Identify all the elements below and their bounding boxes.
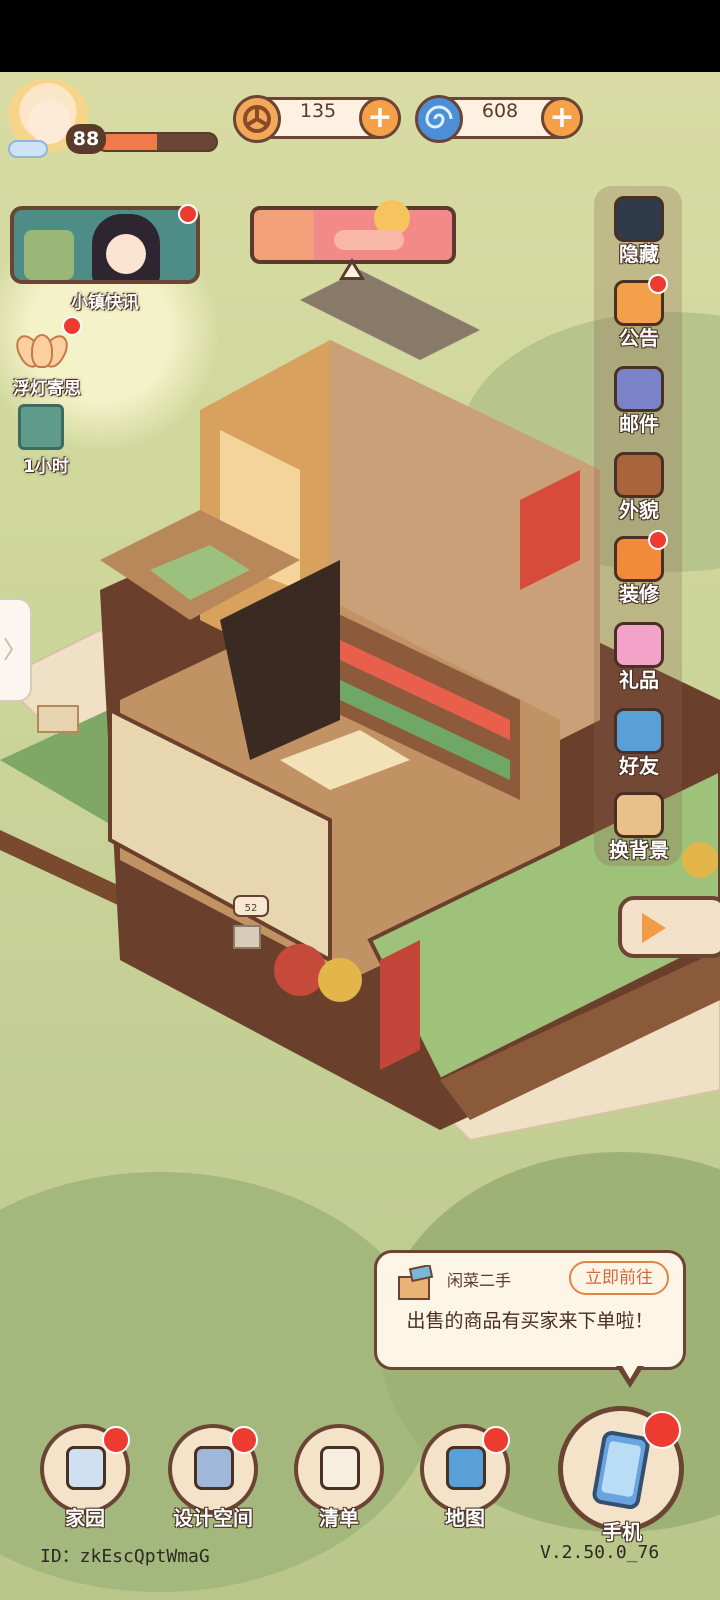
phone-label: 手机 <box>602 1520 642 1544</box>
menu-label: 礼品 <box>619 668 659 692</box>
timer-label: 1小时 <box>23 457 69 477</box>
coin-icon <box>233 95 281 143</box>
town-news-card[interactable] <box>10 206 200 284</box>
menu-item-4[interactable]: 装修 <box>598 530 680 612</box>
flower-bed <box>318 958 362 1002</box>
side-drawer-tab[interactable]: 〉 <box>0 598 32 702</box>
map-pin-icon <box>446 1446 486 1490</box>
background-change-icon <box>614 792 664 838</box>
coin-value: 135 <box>299 100 337 122</box>
menu-label: 装修 <box>619 582 659 606</box>
menu-label: 换背景 <box>609 838 669 862</box>
phone-button[interactable] <box>558 1406 684 1532</box>
gem-counter: 608 + <box>415 95 583 143</box>
checklist-icon <box>320 1446 360 1490</box>
lantern-alert-dot <box>62 316 82 336</box>
lantern-label: 浮灯寄思 <box>13 379 81 399</box>
level-progress-bar <box>96 132 218 152</box>
level-badge: 88 <box>66 124 106 154</box>
red-curtain <box>380 940 420 1070</box>
avatar-face <box>28 100 70 144</box>
nav-label: 清单 <box>319 1506 359 1530</box>
mail-envelope-icon <box>614 366 664 412</box>
weather-board[interactable] <box>250 200 456 264</box>
go-now-button[interactable]: 立即前往 <box>569 1261 669 1295</box>
play-arrow-icon <box>642 913 666 943</box>
menu-alert-dot <box>648 274 668 294</box>
notification-title: 闲菜二手 <box>447 1271 512 1290</box>
news-plant-icon <box>24 230 74 280</box>
home-icon <box>66 1446 106 1490</box>
menu-alert-dot <box>648 530 668 550</box>
nav-label: 地图 <box>445 1506 485 1530</box>
weather-toggle-arrow[interactable] <box>339 258 365 280</box>
flower-bed <box>682 842 718 878</box>
nav-label: 家园 <box>65 1506 105 1530</box>
menu-item-0[interactable]: 隐藏 <box>598 190 680 272</box>
appearance-face-icon <box>614 452 664 498</box>
player-id: ID：zkEscQptWmaG <box>40 1546 210 1567</box>
coin-counter: 135 + <box>233 95 401 143</box>
gem-value: 608 <box>481 100 519 122</box>
friends-book-icon <box>614 708 664 754</box>
bubble-tail <box>616 1362 644 1388</box>
phone-alert-dot <box>643 1411 681 1449</box>
menu-label: 隐藏 <box>619 242 659 266</box>
menu-label: 公告 <box>619 326 659 350</box>
nav-alert-dot <box>102 1426 130 1454</box>
shop-sign-number: 52 <box>245 903 258 914</box>
nav-alert-dot <box>482 1426 510 1454</box>
swirl-gem-icon <box>415 95 463 143</box>
add-gems-button[interactable]: + <box>541 97 583 139</box>
nav-button-2[interactable] <box>294 1424 384 1514</box>
hide-frame-icon <box>614 196 664 242</box>
news-alert-dot <box>178 204 198 224</box>
cloud-icon <box>334 230 404 250</box>
menu-label: 邮件 <box>619 412 659 436</box>
news-character-icon <box>92 214 160 280</box>
gift-box-icon <box>614 622 664 668</box>
nav-button-3[interactable] <box>420 1424 510 1514</box>
level-progress-fill <box>98 134 157 150</box>
menu-item-1[interactable]: 公告 <box>598 274 680 356</box>
menu-label: 外貌 <box>619 498 659 522</box>
nav-button-1[interactable] <box>168 1424 258 1514</box>
menu-item-5[interactable]: 礼品 <box>598 616 680 698</box>
notification-message: 出售的商品有买家来下单啦！ <box>406 1310 654 1332</box>
lotus-lantern-icon[interactable] <box>10 322 74 372</box>
expand-play-button[interactable] <box>618 896 720 958</box>
menu-item-6[interactable]: 好友 <box>598 702 680 784</box>
secondhand-box-icon <box>398 1265 434 1300</box>
menu-item-7[interactable]: 换背景 <box>598 786 680 868</box>
secondhand-notification[interactable]: 闲菜二手 立即前往 出售的商品有买家来下单啦！ <box>374 1250 686 1370</box>
design-space-icon <box>194 1446 234 1490</box>
add-coins-button[interactable]: + <box>359 97 401 139</box>
nav-button-0[interactable] <box>40 1424 130 1514</box>
mailbox[interactable] <box>233 925 261 949</box>
timed-gift-icon[interactable] <box>18 404 64 450</box>
nav-alert-dot <box>230 1426 258 1454</box>
flower-bed <box>274 944 326 996</box>
avatar-cloud <box>8 140 48 158</box>
parcel-box[interactable] <box>37 705 79 733</box>
menu-item-2[interactable]: 邮件 <box>598 360 680 442</box>
menu-label: 好友 <box>619 754 659 778</box>
town-news-label: 小镇快讯 <box>71 293 139 313</box>
version-text: V.2.50.0_76 <box>540 1542 660 1563</box>
nav-label: 设计空间 <box>173 1506 253 1530</box>
menu-item-3[interactable]: 外貌 <box>598 446 680 528</box>
